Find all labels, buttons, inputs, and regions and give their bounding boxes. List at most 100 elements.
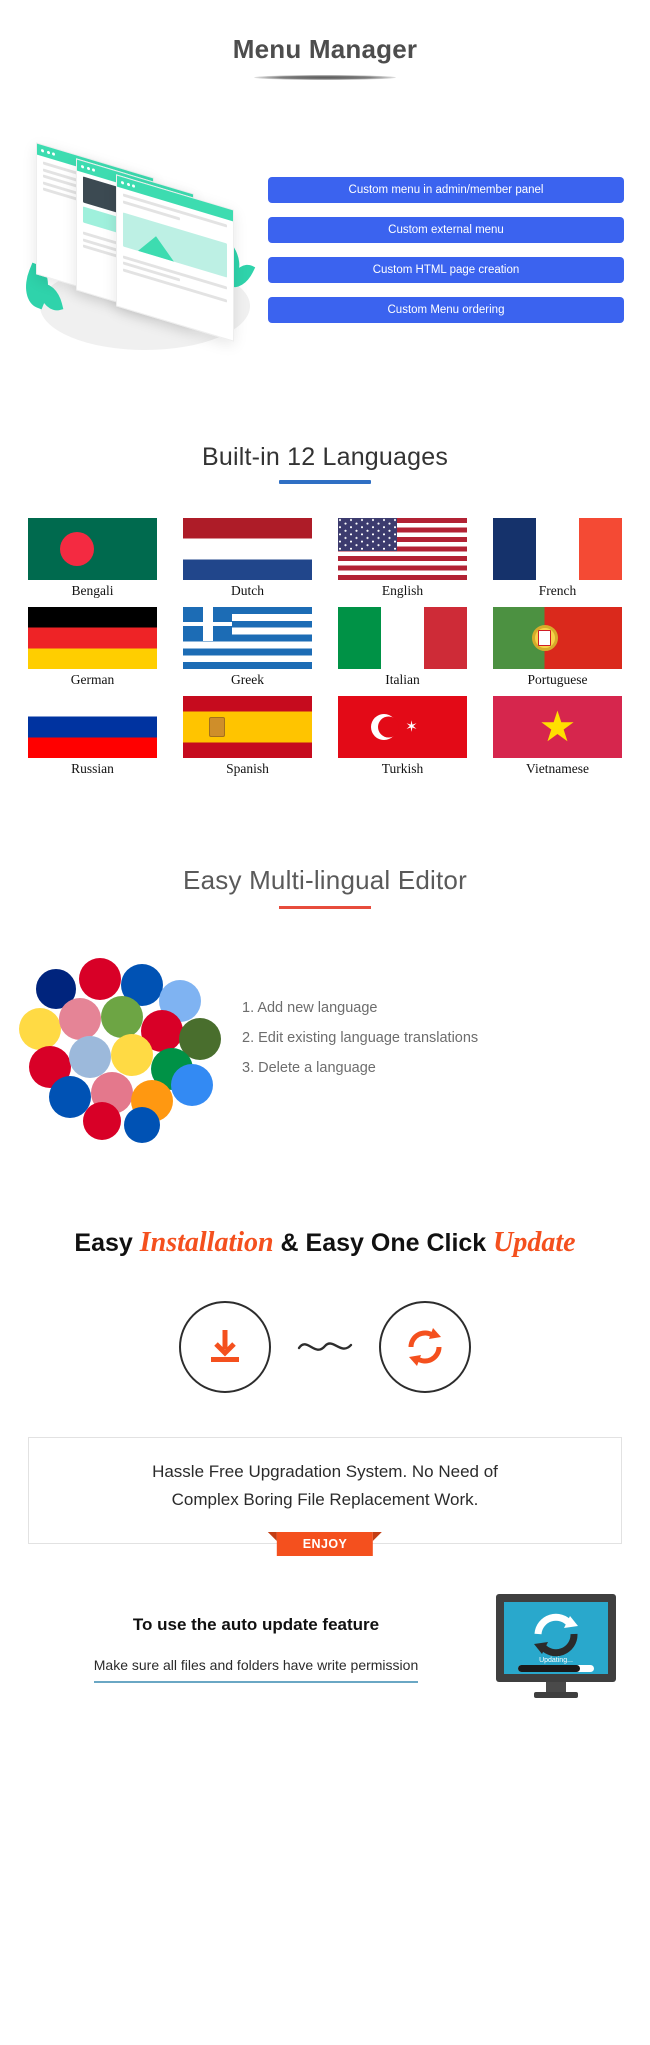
- enjoy-ribbon-button[interactable]: ENJOY: [267, 1532, 383, 1557]
- language-label: Portuguese: [527, 672, 588, 687]
- flag-cluster-svg: [19, 958, 221, 1143]
- download-icon: [211, 1330, 239, 1362]
- spain-flag-icon: [183, 696, 312, 758]
- turkey-flag-icon: ✶: [338, 696, 467, 758]
- language-cell-french: French: [493, 518, 622, 599]
- language-label: Dutch: [231, 583, 264, 598]
- multilingual-editor-section: Easy Multi-lingual Editor 1. Add new lan…: [0, 777, 650, 1145]
- window-dot-icon: [81, 164, 84, 169]
- editor-body: 1. Add new language 2. Edit existing lan…: [0, 945, 650, 1145]
- italy-flag-icon: [338, 607, 467, 669]
- monitor-base: [534, 1692, 578, 1699]
- window-dot-icon: [46, 150, 50, 155]
- feature-button-custom-html-page[interactable]: Custom HTML page creation: [268, 256, 624, 283]
- vietnam-flag-icon: ★: [493, 696, 622, 758]
- download-icon-circle: [179, 1301, 271, 1393]
- window-dot-icon: [132, 184, 135, 188]
- install-update-section: Easy Installation & Easy One Click Updat…: [0, 1145, 650, 1557]
- portugal-flag-icon: [493, 607, 622, 669]
- upgrade-note-box: Hassle Free Upgradation System. No Need …: [28, 1437, 622, 1557]
- flag-coat-of-arms: [531, 625, 558, 651]
- window-dot-icon: [52, 152, 55, 156]
- auto-update-subheading: Make sure all files and folders have wri…: [93, 1657, 419, 1683]
- monitor-neck: [546, 1682, 566, 1694]
- progress-fill: [518, 1665, 580, 1673]
- feature-button-list: Custom menu in admin/member panel Custom…: [268, 176, 650, 323]
- france-flag-icon: [493, 518, 622, 580]
- language-cell-vietnamese: ★ Vietnamese: [493, 696, 622, 777]
- refresh-sync-icon: [408, 1328, 442, 1366]
- language-cell-russian: Russian: [28, 696, 157, 777]
- language-cell-bengali: Bengali: [28, 518, 157, 599]
- upgrade-note-line2: Complex Boring File Replacement Work.: [171, 1489, 479, 1509]
- language-label: Italian: [385, 672, 420, 687]
- window-dot-icon: [121, 180, 124, 185]
- editor-title: Easy Multi-lingual Editor: [183, 865, 467, 895]
- language-cell-english: English: [338, 518, 467, 599]
- language-label: Greek: [231, 672, 264, 687]
- flag-cluster-illustration: [14, 945, 230, 1145]
- feature-button-custom-menu-panel[interactable]: Custom menu in admin/member panel: [268, 176, 624, 203]
- monitor-illustration: Updating...: [494, 1592, 618, 1705]
- install-heading-installation: Installation: [139, 1227, 274, 1258]
- install-heading-part1: Easy: [74, 1229, 140, 1257]
- monitor-status-text: Updating...: [539, 1657, 573, 1664]
- menu-manager-section: Menu Manager Custom menu in admin/member…: [0, 0, 650, 357]
- language-label: Vietnamese: [526, 761, 589, 776]
- title-underline: [254, 75, 396, 80]
- russia-flag-icon: [28, 696, 157, 758]
- feature-button-custom-menu-ordering[interactable]: Custom Menu ordering: [268, 296, 624, 323]
- languages-title-underline: [279, 480, 371, 484]
- update-icon-circle: [379, 1301, 471, 1393]
- editor-feature-list: 1. Add new language 2. Edit existing lan…: [230, 1000, 650, 1090]
- browser-windows-illustration: [17, 142, 268, 357]
- auto-update-text-block: To use the auto update feature Make sure…: [18, 1615, 494, 1683]
- bangladesh-flag-icon: [28, 518, 157, 580]
- language-cell-italian: Italian: [338, 607, 467, 688]
- language-label: English: [381, 583, 424, 598]
- install-heading-part2: & Easy One Click: [273, 1229, 494, 1257]
- install-heading-update: Update: [493, 1227, 576, 1258]
- language-cell-dutch: Dutch: [183, 518, 312, 599]
- language-cell-greek: Greek: [183, 607, 312, 688]
- language-cell-spanish: Spanish: [183, 696, 312, 777]
- language-label: Spanish: [226, 761, 269, 776]
- languages-title: Built-in 12 Languages: [201, 443, 449, 471]
- language-cell-turkish: ✶ Turkish: [338, 696, 467, 777]
- list-item: 2. Edit existing language translations: [242, 1030, 479, 1046]
- language-label: French: [538, 583, 577, 598]
- monitor-icon: Updating...: [496, 1594, 616, 1699]
- squiggle-arrow-icon: [297, 1342, 353, 1351]
- window-dot-icon: [92, 168, 95, 172]
- language-flag-grid: Bengali Dutch English French German Gree…: [28, 518, 622, 777]
- menu-manager-body: Custom menu in admin/member panel Custom…: [0, 142, 650, 357]
- language-label: Bengali: [71, 583, 114, 598]
- language-cell-portuguese: Portuguese: [493, 607, 622, 688]
- flag-coat-of-arms: [208, 717, 225, 737]
- language-label: Russian: [71, 761, 114, 776]
- languages-section: Built-in 12 Languages Bengali Dutch Engl…: [0, 357, 650, 777]
- window-dot-icon: [126, 182, 130, 187]
- language-cell-german: German: [28, 607, 157, 688]
- list-item: 1. Add new language: [242, 1000, 378, 1016]
- install-icons-row: [0, 1301, 650, 1393]
- language-label: Turkish: [381, 761, 424, 776]
- window-dot-icon: [41, 148, 44, 153]
- auto-update-footer-section: To use the auto update feature Make sure…: [0, 1592, 650, 1705]
- install-heading: Easy Installation & Easy One Click Updat…: [0, 1227, 650, 1259]
- crescent-icon: [371, 714, 398, 740]
- language-label: German: [70, 672, 115, 687]
- star-icon: ★: [538, 703, 577, 750]
- auto-update-heading: To use the auto update feature: [132, 1614, 380, 1634]
- united-states-flag-icon: [338, 518, 467, 580]
- upgrade-note-line1: Hassle Free Upgradation System. No Need …: [152, 1462, 498, 1481]
- germany-flag-icon: [28, 607, 157, 669]
- enjoy-ribbon-wrap: ENJOY: [267, 1532, 383, 1557]
- page-title: Menu Manager: [232, 34, 418, 64]
- list-item: 3. Delete a language: [242, 1060, 376, 1076]
- flag-cross-horizontal: [183, 621, 233, 627]
- star-icon: ✶: [405, 718, 418, 736]
- feature-button-custom-external-menu[interactable]: Custom external menu: [268, 216, 624, 243]
- window-dot-icon: [86, 166, 90, 171]
- editor-title-underline: [279, 906, 371, 909]
